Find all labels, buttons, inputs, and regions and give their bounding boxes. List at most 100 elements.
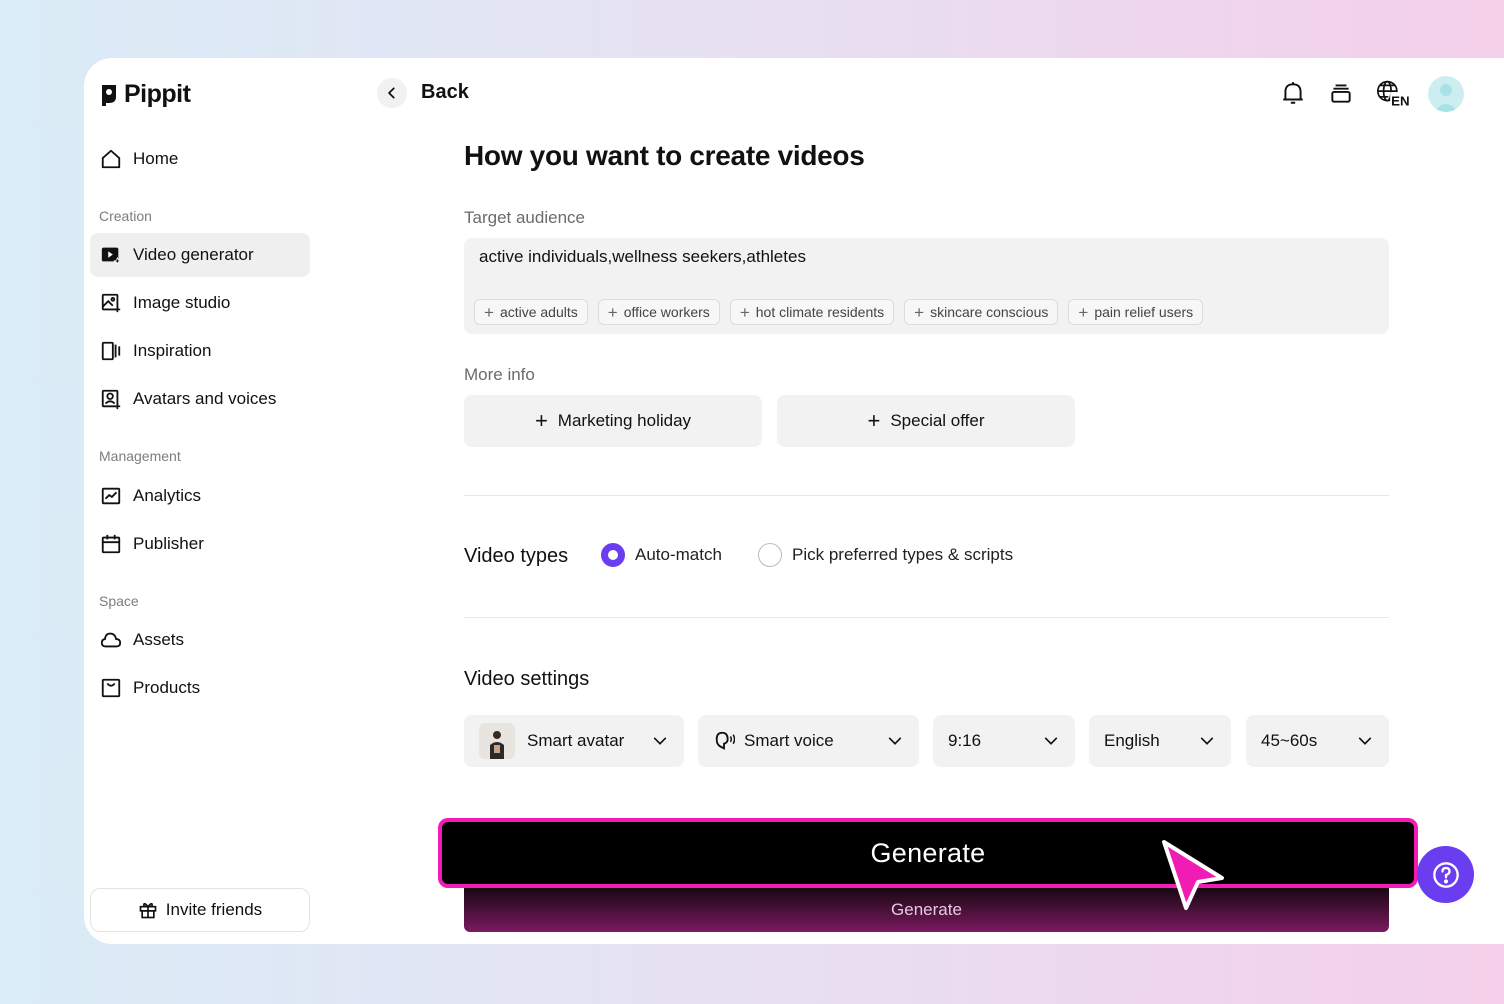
avatar-select[interactable]: Smart avatar: [464, 715, 684, 767]
chevron-down-icon: [1044, 737, 1058, 745]
chevron-down-icon: [1200, 737, 1214, 745]
sidebar-item-label: Products: [133, 678, 201, 697]
user-avatar-icon: [1434, 84, 1458, 112]
audience-suggestion-chip[interactable]: + office workers: [597, 299, 720, 325]
section-label-management: Management: [99, 448, 181, 464]
target-audience-label: Target audience: [464, 208, 585, 227]
audience-suggestion-chip[interactable]: + hot climate residents: [729, 299, 895, 325]
sidebar-item-label: Assets: [133, 630, 185, 649]
home-icon: [101, 149, 121, 169]
duration-select-value: 45~60s: [1261, 731, 1318, 750]
marketing-holiday-button[interactable]: + Marketing holiday: [464, 395, 762, 447]
language-badge: EN: [1391, 93, 1409, 108]
audience-suggestion-chip[interactable]: + pain relief users: [1068, 299, 1204, 325]
inspiration-icon: [101, 341, 121, 361]
duration-select[interactable]: 45~60s: [1246, 715, 1389, 767]
language-button[interactable]: EN: [1374, 78, 1414, 108]
pippit-logo-icon: [102, 84, 116, 106]
sidebar-item-home[interactable]: Home: [90, 137, 310, 181]
sidebar-item-products[interactable]: Products: [90, 666, 310, 710]
sidebar-item-label: Home: [133, 149, 179, 168]
cloud-icon: [100, 632, 122, 648]
gift-icon: [139, 902, 157, 919]
back-label[interactable]: Back: [421, 81, 469, 104]
stack-icon: [1331, 84, 1351, 103]
divider: [464, 617, 1389, 618]
plus-icon: +: [739, 302, 750, 322]
sidebar-item-label: Publisher: [133, 534, 204, 553]
plus-icon: +: [607, 302, 618, 322]
sidebar-item-analytics[interactable]: Analytics: [90, 474, 310, 518]
chip-label: office workers: [623, 304, 710, 320]
user-avatar[interactable]: [1428, 76, 1464, 112]
language-select-value: English: [1104, 731, 1160, 750]
credits-button[interactable]: [1326, 78, 1356, 108]
plus-icon: +: [1078, 302, 1089, 322]
globe-icon: EN: [1376, 80, 1412, 108]
plus-icon: +: [867, 408, 881, 433]
sidebar: Pippit Home Creation Video generator Ima…: [84, 58, 324, 944]
generate-button[interactable]: Generate: [464, 886, 1389, 932]
avatar-person-icon: [490, 731, 504, 759]
radio-selected-icon: [601, 543, 625, 567]
sidebar-item-label: Analytics: [133, 486, 202, 505]
more-info-label: More info: [464, 365, 535, 384]
sidebar-item-video-generator[interactable]: Video generator: [90, 233, 310, 277]
sidebar-item-assets[interactable]: Assets: [90, 618, 310, 662]
radio-unselected-icon: [758, 543, 782, 567]
voice-icon: [715, 731, 735, 750]
plus-icon: +: [914, 302, 925, 322]
generate-button-label: Generate: [891, 900, 962, 919]
help-button[interactable]: [1417, 846, 1474, 903]
calendar-icon: [101, 534, 121, 554]
sidebar-item-label: Avatars and voices: [133, 389, 277, 408]
help-icon: [1432, 861, 1459, 888]
sidebar-item-image-studio[interactable]: Image studio: [90, 281, 310, 325]
plus-icon: +: [484, 302, 494, 322]
invite-friends-label: Invite friends: [165, 900, 263, 919]
voice-select[interactable]: Smart voice: [698, 715, 919, 767]
sidebar-item-label: Image studio: [133, 293, 231, 312]
target-audience-field[interactable]: active individuals,wellness seekers,athl…: [464, 238, 1389, 334]
image-studio-icon: [101, 293, 121, 313]
audience-suggestion-chip[interactable]: + active adults: [474, 299, 588, 325]
target-audience-value[interactable]: active individuals,wellness seekers,athl…: [479, 247, 806, 267]
aspect-ratio-select[interactable]: 9:16: [933, 715, 1075, 767]
sidebar-item-publisher[interactable]: Publisher: [90, 522, 310, 566]
plus-icon: +: [534, 408, 548, 433]
chevron-down-icon: [888, 737, 902, 745]
audience-suggestions: + active adults + office workers + hot clim…: [474, 299, 1204, 325]
audience-suggestion-chip[interactable]: + skincare conscious: [904, 299, 1059, 325]
chevron-down-icon: [653, 737, 667, 745]
generate-button-highlight[interactable]: Generate: [438, 818, 1418, 888]
section-label-creation: Creation: [99, 208, 152, 224]
chip-label: active adults: [499, 304, 578, 320]
video-settings-label: Video settings: [464, 668, 590, 690]
product-box-icon: [101, 678, 121, 698]
logo[interactable]: Pippit: [100, 80, 191, 109]
chevron-left-icon: [388, 87, 395, 99]
notifications-button[interactable]: [1278, 78, 1308, 108]
marketing-holiday-label: Marketing holiday: [557, 411, 692, 430]
special-offer-label: Special offer: [890, 411, 985, 430]
sidebar-item-avatars-and-voices[interactable]: Avatars and voices: [90, 377, 310, 421]
page-title: How you want to create videos: [464, 140, 865, 171]
avatar-thumbnail: [479, 723, 515, 759]
invite-friends-button[interactable]: Invite friends: [90, 888, 310, 932]
divider: [464, 495, 1389, 496]
video-generator-icon: [101, 247, 122, 266]
radio-label: Auto-match: [635, 545, 722, 564]
logo-text: Pippit: [124, 80, 191, 108]
chip-label: pain relief users: [1094, 304, 1194, 320]
special-offer-button[interactable]: + Special offer: [777, 395, 1075, 447]
language-select[interactable]: English: [1089, 715, 1231, 767]
chip-label: skincare conscious: [930, 304, 1049, 320]
sidebar-item-label: Video generator: [133, 245, 254, 264]
sidebar-item-inspiration[interactable]: Inspiration: [90, 329, 310, 373]
generate-highlight-label: Generate: [870, 837, 986, 868]
back-button[interactable]: [377, 78, 407, 108]
radio-auto-match[interactable]: Auto-match: [601, 543, 722, 567]
sidebar-item-label: Inspiration: [133, 341, 212, 360]
bell-icon: [1283, 82, 1303, 104]
radio-pick-preferred[interactable]: Pick preferred types & scripts: [758, 543, 1013, 567]
